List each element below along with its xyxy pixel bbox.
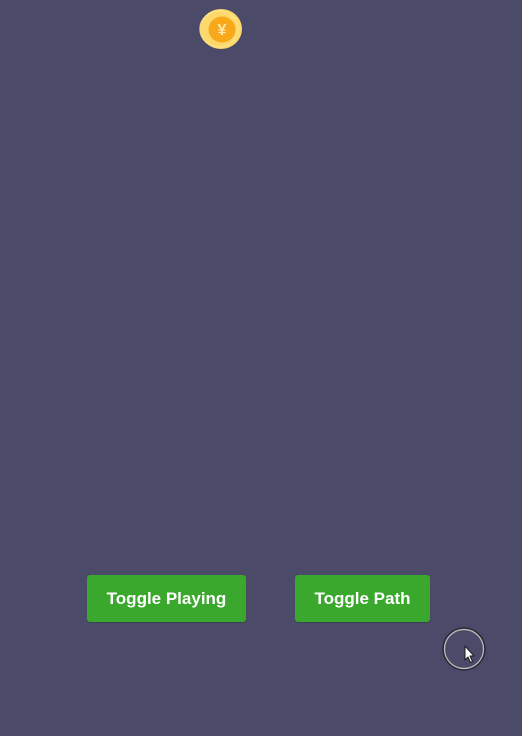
toggle-playing-button[interactable]: Toggle Playing	[87, 575, 246, 622]
yen-symbol: ¥	[218, 22, 227, 39]
yen-coin-icon: ¥	[199, 8, 243, 50]
mouse-pointer-icon	[442, 627, 486, 671]
toggle-path-button[interactable]: Toggle Path	[295, 575, 430, 622]
